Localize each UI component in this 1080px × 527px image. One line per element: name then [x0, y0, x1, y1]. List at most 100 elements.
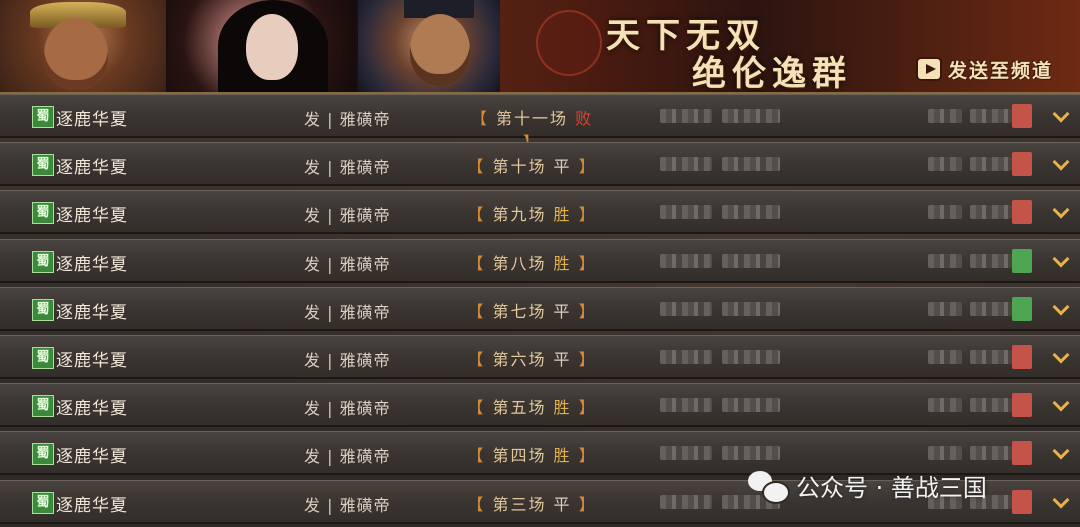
emblem-icon	[536, 10, 602, 76]
redacted-text	[660, 157, 712, 172]
player-names: 发 | 雅磺帝	[304, 158, 391, 178]
result-marker	[1012, 104, 1032, 128]
faction-seal-icon: 蜀	[32, 298, 54, 321]
redacted-text	[660, 253, 712, 268]
battle-record-row[interactable]: 蜀逐鹿华夏 发 | 雅磺帝 【 第六场 平 】	[0, 335, 1080, 379]
chevron-down-icon[interactable]	[1052, 301, 1070, 319]
server-name: 逐鹿华夏	[56, 351, 128, 371]
faction-seal-icon: 蜀	[32, 395, 54, 418]
redacted-text	[928, 205, 962, 220]
round-number: 第七场	[492, 301, 547, 321]
redacted-text	[660, 205, 712, 220]
result-marker	[1012, 296, 1032, 321]
redacted-text	[660, 350, 712, 364]
redacted-text	[970, 109, 1012, 123]
redacted-text	[722, 350, 780, 364]
redacted-text	[928, 109, 962, 123]
round-label: 【 第三场 平 】	[467, 494, 597, 514]
round-label: 【 第十场 平 】	[467, 157, 597, 177]
result-marker	[1012, 345, 1032, 369]
round-number: 第九场	[492, 205, 547, 225]
result-marker	[1012, 200, 1032, 225]
chevron-down-icon[interactable]	[1052, 494, 1070, 512]
round-result: 胜	[553, 446, 572, 466]
redacted-text	[928, 157, 962, 172]
server-name: 逐鹿华夏	[56, 254, 128, 275]
redacted-text	[928, 494, 962, 509]
faction-seal-icon: 蜀	[32, 154, 54, 177]
result-marker	[1012, 441, 1032, 466]
redacted-text	[722, 157, 780, 172]
round-number: 第四场	[492, 446, 547, 466]
server-name: 逐鹿华夏	[56, 302, 128, 323]
player-names: 发 | 雅磺帝	[304, 206, 391, 226]
chevron-down-icon[interactable]	[1052, 108, 1070, 126]
faction-seal-icon: 蜀	[32, 491, 54, 514]
round-number: 第十一场	[495, 109, 568, 128]
round-label: 【 第八场 胜 】	[467, 253, 597, 273]
faction-seal-icon: 蜀	[32, 443, 54, 466]
player-names: 发 | 雅磺帝	[304, 399, 391, 419]
player-names: 发 | 雅磺帝	[304, 495, 391, 515]
result-marker	[1012, 152, 1032, 177]
faction-seal-icon: 蜀	[32, 202, 54, 225]
player-names: 发 | 雅磺帝	[304, 447, 391, 467]
redacted-text	[722, 446, 780, 461]
round-result: 平	[553, 157, 572, 177]
redacted-text	[660, 446, 712, 461]
redacted-text	[660, 301, 712, 316]
server-name: 逐鹿华夏	[56, 447, 128, 468]
redacted-text	[928, 301, 962, 316]
redacted-text	[928, 398, 962, 413]
redacted-text	[660, 398, 712, 413]
battle-record-row[interactable]: 蜀逐鹿华夏 发 | 雅磺帝 【 第七场 平 】	[0, 286, 1080, 331]
send-to-channel-label: 发送至频道	[948, 59, 1054, 82]
redacted-text	[970, 446, 1012, 461]
player-names: 发 | 雅磺帝	[304, 302, 391, 322]
round-result: 平	[553, 494, 572, 514]
battle-record-row[interactable]: 蜀逐鹿华夏 发 | 雅磺帝 【 第四场 胜 】	[0, 431, 1080, 476]
redacted-text	[970, 253, 1012, 268]
redacted-text	[722, 494, 780, 509]
send-to-channel-button[interactable]: 发送至频道	[918, 56, 1070, 82]
banner: 天下无双 绝伦逸群 发送至频道	[0, 0, 1080, 94]
redacted-text	[660, 109, 712, 123]
redacted-text	[970, 157, 1012, 172]
round-result: 败	[575, 109, 594, 128]
round-result: 胜	[553, 205, 572, 225]
round-result: 胜	[553, 253, 572, 273]
battle-record-row[interactable]: 蜀逐鹿华夏 发 | 雅磺帝 【 第三场 平 】	[0, 479, 1080, 524]
redacted-text	[970, 301, 1012, 316]
server-name: 逐鹿华夏	[56, 158, 128, 179]
redacted-text	[970, 494, 1012, 509]
player-names: 发 | 雅磺帝	[304, 351, 391, 370]
share-arrow-icon	[918, 59, 940, 79]
chevron-down-icon[interactable]	[1052, 349, 1070, 367]
round-number: 第三场	[492, 494, 547, 514]
redacted-text	[722, 205, 780, 220]
chevron-down-icon[interactable]	[1052, 253, 1070, 271]
result-marker	[1012, 489, 1032, 514]
chevron-down-icon[interactable]	[1052, 204, 1070, 222]
banner-title-line2: 绝伦逸群	[692, 54, 852, 94]
chevron-down-icon[interactable]	[1052, 445, 1070, 463]
server-name: 逐鹿华夏	[56, 206, 128, 227]
battle-record-row[interactable]: 蜀逐鹿华夏 发 | 雅磺帝 【 第十场 平 】	[0, 142, 1080, 187]
round-result: 平	[553, 350, 572, 369]
general-portrait-2	[168, 0, 358, 92]
redacted-text	[928, 253, 962, 268]
player-names: 发 | 雅磺帝	[304, 254, 391, 274]
redacted-text	[970, 350, 1012, 364]
result-marker	[1012, 393, 1032, 418]
battle-record-row[interactable]: 蜀逐鹿华夏 发 | 雅磺帝 【 第八场 胜 】	[0, 238, 1080, 283]
battle-record-row[interactable]: 蜀逐鹿华夏发 | 雅磺帝【 第十一场 败 】	[0, 94, 1080, 152]
battle-record-row[interactable]: 蜀逐鹿华夏 发 | 雅磺帝 【 第九场 胜 】	[0, 190, 1080, 235]
redacted-text	[928, 350, 962, 364]
player-names: 发 | 雅磺帝	[304, 110, 391, 129]
round-label: 【 第四场 胜 】	[467, 446, 597, 466]
chevron-down-icon[interactable]	[1052, 397, 1070, 415]
chevron-down-icon[interactable]	[1052, 156, 1070, 174]
round-number: 第八场	[492, 253, 547, 273]
battle-record-row[interactable]: 蜀逐鹿华夏 发 | 雅磺帝 【 第五场 胜 】	[0, 383, 1080, 428]
round-result: 胜	[553, 398, 572, 418]
